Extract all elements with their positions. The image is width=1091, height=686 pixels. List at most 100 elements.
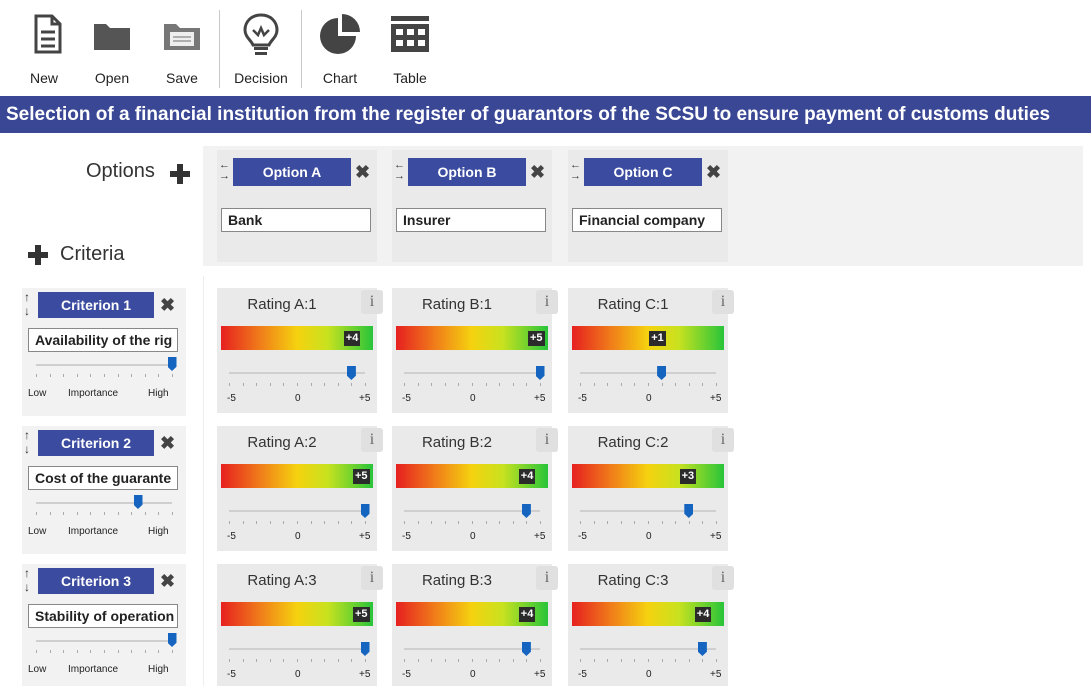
rating-slider-thumb[interactable] xyxy=(697,642,707,656)
rating-min-label: -5 xyxy=(227,531,236,542)
slider-tick xyxy=(675,659,677,662)
chart-button[interactable]: Chart xyxy=(316,10,364,90)
slider-tick xyxy=(634,383,636,386)
rating-max-label: +5 xyxy=(534,393,546,404)
rating-slider-track[interactable] xyxy=(229,372,365,374)
rating-title: Rating C:2 xyxy=(597,434,669,451)
slider-tick xyxy=(431,659,433,662)
slider-tick xyxy=(337,383,339,386)
importance-slider-track[interactable] xyxy=(36,364,172,366)
remove-criterion-close-icon[interactable]: ✖ xyxy=(160,294,175,316)
rating-slider-track[interactable] xyxy=(580,648,716,650)
option-header[interactable]: Option C xyxy=(584,158,702,186)
rating-slider-track[interactable] xyxy=(580,372,716,374)
add-criterion-plus-icon[interactable] xyxy=(27,244,49,266)
slider-tick xyxy=(144,512,146,515)
move-updown-icon[interactable]: ↑ ↓ xyxy=(24,428,38,458)
slider-tick xyxy=(76,512,78,515)
app-window: New Open Save Decision Chart Table Selec… xyxy=(0,0,1091,686)
info-icon[interactable]: i xyxy=(712,290,734,314)
rating-value-badge: +1 xyxy=(649,331,666,346)
slider-tick xyxy=(607,383,609,386)
rating-slider-thumb[interactable] xyxy=(360,642,370,656)
slider-tick xyxy=(580,659,581,662)
info-icon[interactable]: i xyxy=(361,428,383,452)
move-arrows-icon[interactable]: ← → xyxy=(394,160,408,184)
decision-button[interactable]: Decision xyxy=(230,10,292,90)
slider-tick xyxy=(716,521,717,524)
slider-tick xyxy=(242,521,244,524)
info-icon[interactable]: i xyxy=(536,428,558,452)
rating-slider-thumb[interactable] xyxy=(535,366,545,380)
rating-slider-thumb[interactable] xyxy=(346,366,356,380)
option-header[interactable]: Option B xyxy=(408,158,526,186)
move-arrows-icon[interactable]: ← → xyxy=(219,160,233,184)
slider-tick xyxy=(63,650,65,653)
table-button[interactable]: Table xyxy=(386,10,434,90)
move-arrows-icon[interactable]: ← → xyxy=(570,160,584,184)
slider-tick xyxy=(297,383,298,386)
new-button[interactable]: New xyxy=(22,10,66,90)
info-icon[interactable]: i xyxy=(361,566,383,590)
rating-gradient-bar: +4 xyxy=(396,464,548,488)
slider-tick xyxy=(444,659,446,662)
info-icon[interactable]: i xyxy=(712,566,734,590)
rating-slider-thumb[interactable] xyxy=(521,642,531,656)
rating-slider-track[interactable] xyxy=(404,372,540,374)
move-updown-icon[interactable]: ↑ ↓ xyxy=(24,290,38,320)
criterion-header[interactable]: Criterion 2 xyxy=(38,430,154,456)
rating-mid-label: 0 xyxy=(646,393,652,404)
open-button[interactable]: Open xyxy=(88,10,136,90)
slider-tick xyxy=(256,383,258,386)
slider-tick xyxy=(688,659,690,662)
rating-card: Rating C:1 i +1 -5 0 +5 xyxy=(568,288,734,413)
rating-slider-thumb[interactable] xyxy=(684,504,694,518)
rating-slider-track[interactable] xyxy=(404,510,540,512)
remove-option-close-icon[interactable]: ✖ xyxy=(530,161,545,183)
option-name-input[interactable]: Bank xyxy=(221,208,371,232)
save-button[interactable]: Save xyxy=(158,10,206,90)
slider-tick xyxy=(144,650,146,653)
option-header[interactable]: Option A xyxy=(233,158,351,186)
criterion-header[interactable]: Criterion 1 xyxy=(38,292,154,318)
slider-tick xyxy=(256,521,258,524)
importance-slider-thumb[interactable] xyxy=(133,495,143,509)
move-updown-icon[interactable]: ↑ ↓ xyxy=(24,566,38,596)
rating-slider-thumb[interactable] xyxy=(657,366,667,380)
rating-slider-thumb[interactable] xyxy=(360,504,370,518)
criterion-header[interactable]: Criterion 3 xyxy=(38,568,154,594)
importance-slider-track[interactable] xyxy=(36,640,172,642)
pie-chart-icon xyxy=(320,14,360,54)
info-icon[interactable]: i xyxy=(712,428,734,452)
rating-mid-label: 0 xyxy=(646,669,652,680)
rating-slider-ticks xyxy=(229,383,366,386)
criterion-name-input[interactable]: Cost of the guarante xyxy=(28,466,178,490)
info-icon[interactable]: i xyxy=(536,566,558,590)
slider-tick xyxy=(417,659,419,662)
rating-slider-track[interactable] xyxy=(229,510,365,512)
remove-option-close-icon[interactable]: ✖ xyxy=(355,161,370,183)
remove-option-close-icon[interactable]: ✖ xyxy=(706,161,721,183)
info-icon[interactable]: i xyxy=(536,290,558,314)
rating-slider-thumb[interactable] xyxy=(521,504,531,518)
remove-criterion-close-icon[interactable]: ✖ xyxy=(160,432,175,454)
importance-slider-track[interactable] xyxy=(36,502,172,504)
criterion-name-input[interactable]: Availability of the rig xyxy=(28,328,178,352)
rating-card: Rating A:1 i +4 -5 0 +5 xyxy=(217,288,383,413)
criterion-name-input[interactable]: Stability of operation xyxy=(28,604,178,628)
slider-tick xyxy=(131,512,133,515)
rating-slider-track[interactable] xyxy=(229,648,365,650)
rating-slider-track[interactable] xyxy=(580,510,716,512)
rating-slider-ticks xyxy=(404,383,541,386)
option-name-input[interactable]: Financial company xyxy=(572,208,722,232)
slider-tick xyxy=(63,512,65,515)
importance-slider-thumb[interactable] xyxy=(167,633,177,647)
info-icon[interactable]: i xyxy=(361,290,383,314)
remove-criterion-close-icon[interactable]: ✖ xyxy=(160,570,175,592)
importance-slider-thumb[interactable] xyxy=(167,357,177,371)
option-name-input[interactable]: Insurer xyxy=(396,208,546,232)
new-button-label: New xyxy=(29,70,58,86)
rating-slider-track[interactable] xyxy=(404,648,540,650)
rating-slider-ticks xyxy=(580,659,717,662)
add-option-plus-icon[interactable] xyxy=(169,163,191,185)
